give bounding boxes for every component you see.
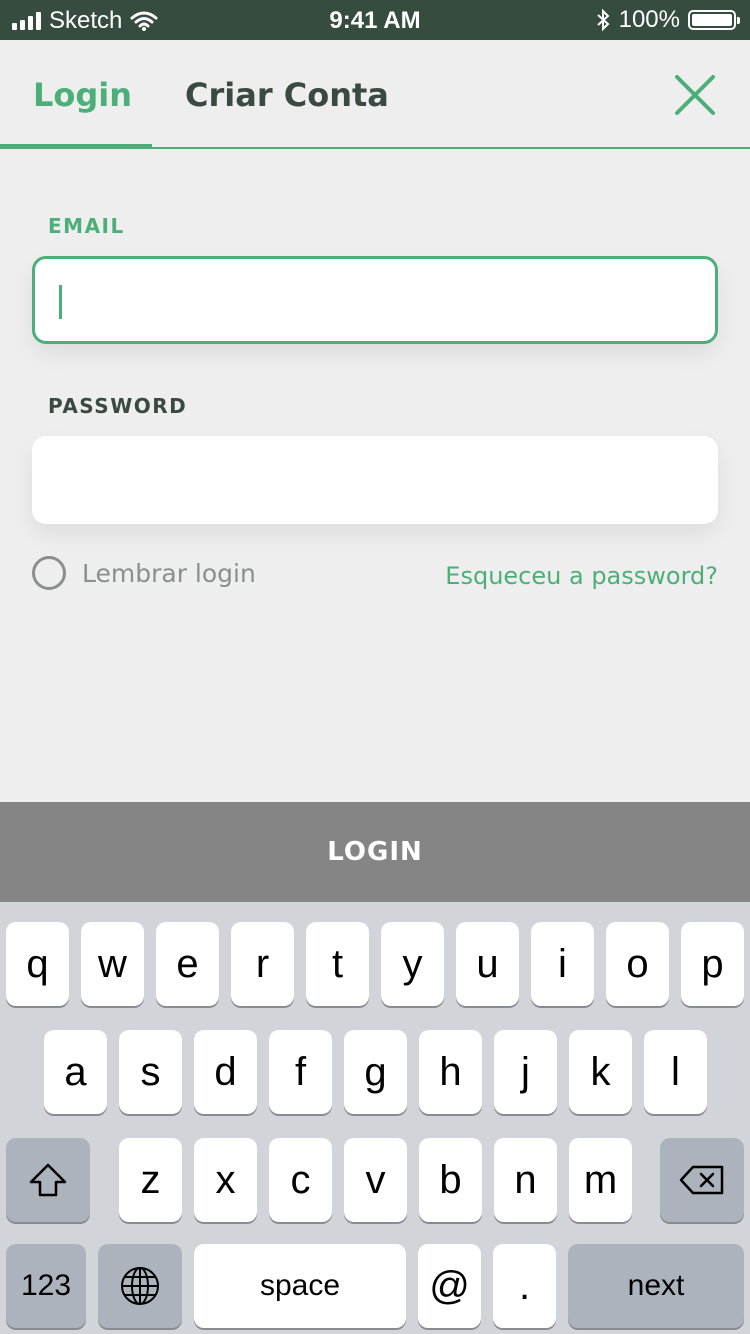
at-key[interactable]: @: [418, 1244, 481, 1328]
text-cursor: [59, 285, 62, 319]
remember-login-label: Lembrar login: [82, 558, 256, 588]
key-h[interactable]: h: [419, 1030, 482, 1114]
globe-icon: [121, 1267, 159, 1305]
numbers-key[interactable]: 123: [6, 1244, 86, 1328]
key-u[interactable]: u: [456, 922, 519, 1006]
key-p[interactable]: p: [681, 922, 744, 1006]
password-label: PASSWORD: [48, 394, 188, 418]
key-v[interactable]: v: [344, 1138, 407, 1222]
backspace-key[interactable]: [660, 1138, 744, 1222]
password-field[interactable]: [32, 436, 718, 524]
battery-icon: [688, 10, 740, 30]
key-f[interactable]: f: [269, 1030, 332, 1114]
key-d[interactable]: d: [194, 1030, 257, 1114]
key-w[interactable]: w: [81, 922, 144, 1006]
status-right: 100%: [595, 6, 740, 34]
globe-key[interactable]: [98, 1244, 182, 1328]
forgot-password-link[interactable]: Esqueceu a password?: [445, 562, 718, 590]
key-o[interactable]: o: [606, 922, 669, 1006]
key-g[interactable]: g: [344, 1030, 407, 1114]
key-i[interactable]: i: [531, 922, 594, 1006]
close-icon[interactable]: [672, 72, 718, 118]
key-j[interactable]: j: [494, 1030, 557, 1114]
key-t[interactable]: t: [306, 922, 369, 1006]
dot-key[interactable]: .: [493, 1244, 556, 1328]
key-a[interactable]: a: [44, 1030, 107, 1114]
tab-login[interactable]: Login: [33, 76, 132, 114]
key-r[interactable]: r: [231, 922, 294, 1006]
key-z[interactable]: z: [119, 1138, 182, 1222]
key-s[interactable]: s: [119, 1030, 182, 1114]
login-button-label: LOGIN: [327, 837, 423, 867]
remember-radio[interactable]: [32, 556, 66, 590]
shift-icon: [29, 1163, 67, 1197]
shift-key[interactable]: [6, 1138, 90, 1222]
key-l[interactable]: l: [644, 1030, 707, 1114]
battery-percent: 100%: [618, 6, 680, 33]
key-q[interactable]: q: [6, 922, 69, 1006]
email-input[interactable]: [35, 259, 715, 341]
bluetooth-icon: [596, 8, 610, 32]
key-n[interactable]: n: [494, 1138, 557, 1222]
tab-active-indicator: [0, 144, 152, 149]
remember-login-toggle[interactable]: Lembrar login: [32, 556, 256, 590]
password-input[interactable]: [32, 436, 718, 524]
key-y[interactable]: y: [381, 922, 444, 1006]
space-key[interactable]: space: [194, 1244, 406, 1328]
key-m[interactable]: m: [569, 1138, 632, 1222]
login-button[interactable]: LOGIN: [0, 802, 750, 902]
key-b[interactable]: b: [419, 1138, 482, 1222]
key-e[interactable]: e: [156, 922, 219, 1006]
key-k[interactable]: k: [569, 1030, 632, 1114]
next-key[interactable]: next: [568, 1244, 744, 1328]
tab-create-account[interactable]: Criar Conta: [185, 76, 389, 114]
keyboard: q w e r t y u i o p a s d f g h j k l z …: [0, 902, 750, 1334]
status-bar: Sketch 9:41 AM 100%: [0, 0, 750, 40]
key-x[interactable]: x: [194, 1138, 257, 1222]
auth-tabs: Login Criar Conta: [0, 40, 750, 150]
backspace-icon: [679, 1165, 724, 1195]
email-field[interactable]: [32, 256, 718, 344]
email-label: EMAIL: [48, 214, 125, 238]
key-c[interactable]: c: [269, 1138, 332, 1222]
